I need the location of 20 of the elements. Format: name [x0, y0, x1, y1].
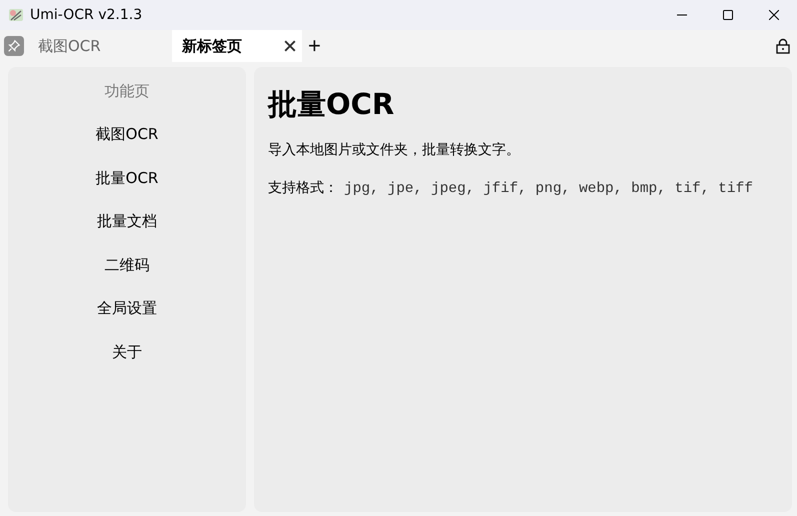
tab[interactable]: 新标签页: [172, 30, 302, 62]
description-text: 导入本地图片或文件夹，批量转换文字。: [268, 141, 521, 159]
sidebar-item[interactable]: 批量文档: [97, 212, 157, 256]
sidebar-item[interactable]: 关于: [112, 342, 142, 386]
app-icon: [8, 7, 24, 23]
formats-list: jpg, jpe, jpeg, jfif, png, webp, bmp, tif, tiff: [344, 181, 753, 197]
window-title: Umi-OCR v2.1.3: [30, 7, 142, 23]
sidebar-heading: 功能页: [104, 82, 150, 102]
sidebar-item[interactable]: 二维码: [104, 256, 150, 299]
close-icon[interactable]: [284, 40, 296, 52]
add-tab-button[interactable]: +: [302, 30, 327, 62]
sidebar-item[interactable]: 全局设置: [97, 299, 157, 342]
pin-button[interactable]: [4, 36, 24, 56]
page-heading: 批量OCR: [268, 86, 396, 123]
close-icon: [769, 10, 779, 20]
sidebar-item[interactable]: 截图OCR: [96, 125, 158, 168]
formats-label: 支持格式：: [268, 180, 338, 196]
tab[interactable]: 截图OCR: [28, 30, 158, 62]
sidebar-item[interactable]: 批量OCR: [96, 168, 158, 212]
maximize-icon: [723, 10, 733, 20]
